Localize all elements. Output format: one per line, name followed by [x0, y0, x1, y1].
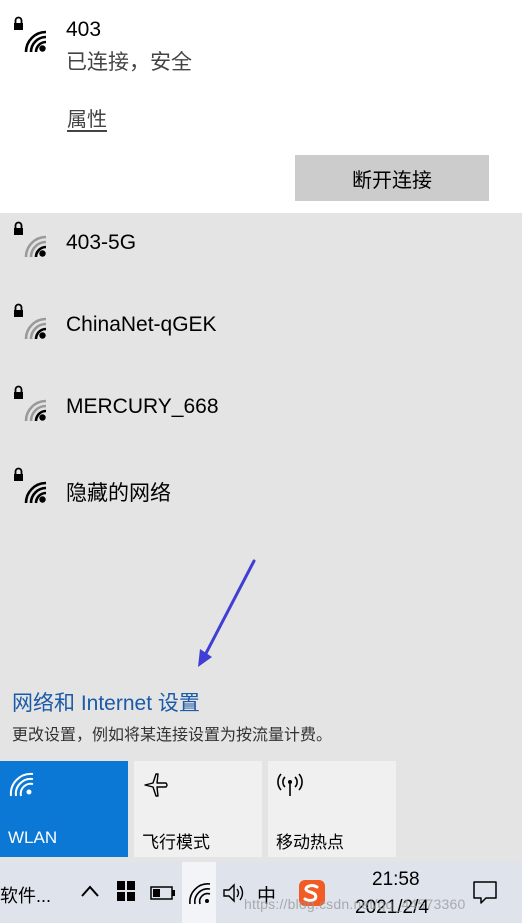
hotspot-icon	[276, 771, 304, 799]
properties-link[interactable]: 属性	[67, 103, 107, 132]
network-name: 403-5G	[66, 231, 137, 254]
network-flyout: 403 已连接，安全 属性 断开连接 403-5G ChinaNet-qGEK …	[0, 0, 522, 862]
wifi-icon	[189, 883, 211, 905]
battery-icon[interactable]	[150, 886, 176, 905]
network-name: ChinaNet-qGEK	[66, 313, 217, 336]
taskbar: 软件... 中 21:58 2021/2/4 https://blog.csdn…	[0, 862, 522, 923]
taskbar-wifi-button[interactable]	[182, 862, 216, 923]
secured-wifi-weak-icon	[10, 385, 48, 425]
secured-wifi-weak-icon	[10, 221, 48, 261]
secured-wifi-icon	[10, 16, 48, 56]
secured-wifi-icon	[10, 467, 48, 507]
network-name: MERCURY_668	[66, 395, 219, 418]
settings-description: 更改设置，例如将某连接设置为按流量计费。	[12, 727, 333, 744]
network-item[interactable]: 隐藏的网络	[0, 459, 522, 539]
secured-wifi-weak-icon	[10, 303, 48, 343]
network-name: 隐藏的网络	[66, 482, 171, 505]
network-internet-settings-link[interactable]: 网络和 Internet 设置	[12, 687, 200, 717]
mobile-hotspot-label: 移动热点	[276, 833, 344, 852]
airplane-icon	[142, 771, 170, 799]
wlan-label: WLAN	[8, 828, 58, 847]
clock-time[interactable]: 21:58	[372, 869, 420, 891]
wlan-tile[interactable]: WLAN	[0, 761, 128, 857]
mobile-hotspot-tile[interactable]: 移动热点	[268, 761, 396, 857]
network-item[interactable]: 403-5G	[0, 213, 522, 293]
connected-network-panel[interactable]: 403 已连接，安全 属性 断开连接	[0, 0, 522, 213]
notification-center-icon[interactable]	[472, 880, 498, 911]
airplane-mode-label: 飞行模式	[142, 833, 210, 852]
connected-network-name: 403	[66, 18, 102, 41]
wifi-icon	[8, 771, 36, 799]
taskbar-app-label[interactable]: 软件...	[0, 882, 51, 908]
connected-network-status: 已连接，安全	[66, 51, 192, 74]
network-item[interactable]: ChinaNet-qGEK	[0, 295, 522, 375]
show-hidden-icons-chevron-up-icon[interactable]	[80, 884, 100, 903]
volume-icon[interactable]	[222, 882, 246, 909]
app-grid-icon[interactable]	[116, 880, 136, 907]
network-item[interactable]: MERCURY_668	[0, 377, 522, 457]
airplane-mode-tile[interactable]: 飞行模式	[134, 761, 262, 857]
watermark-text: https://blog.csdn.net/qq_44573360	[244, 896, 466, 912]
annotation-arrow-icon	[190, 555, 270, 680]
disconnect-button[interactable]: 断开连接	[295, 155, 489, 201]
